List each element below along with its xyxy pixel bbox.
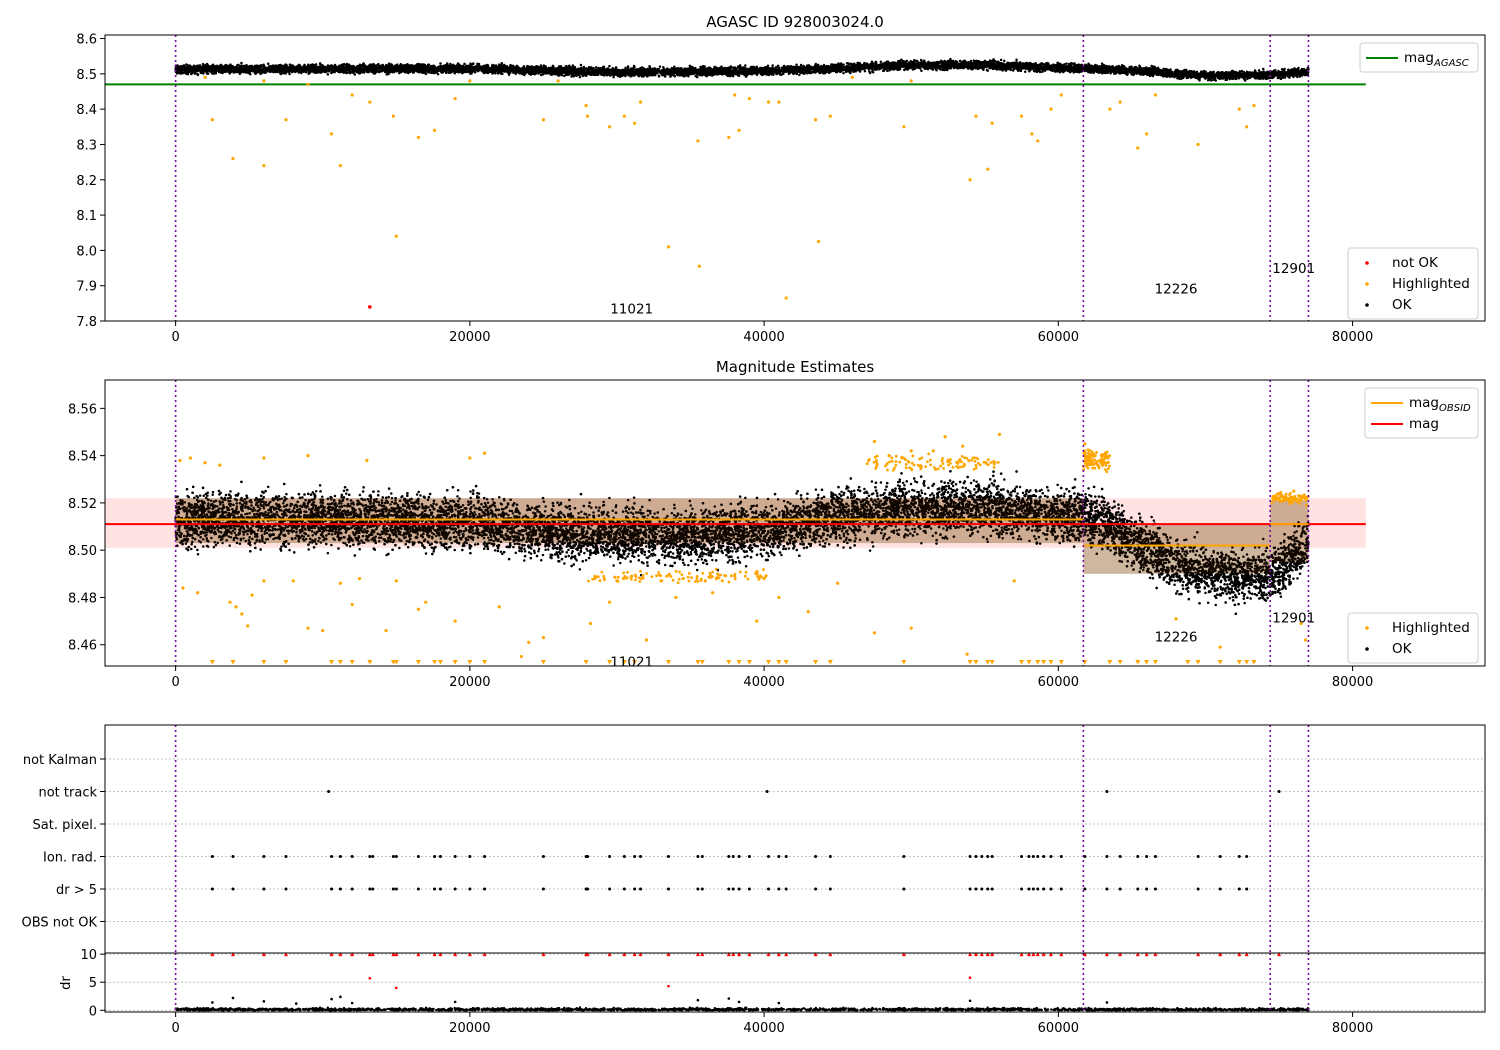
ok-point [1056,62,1059,64]
ok-point [240,62,243,65]
ok-point [1000,59,1003,62]
ok-point [327,73,330,76]
ok-point [501,62,504,64]
ok-point [439,62,442,64]
ok-point [1015,59,1018,62]
panel-2-title: Magnitude Estimates [716,358,874,376]
ok-point [658,75,661,78]
ok-point [959,60,962,63]
ok-point [659,65,662,68]
ok-point [597,67,600,70]
ok-point [307,73,310,76]
figure-canvas: AGASC ID 928003024.0 Magnitude Estimates… [0,0,1500,1050]
ok-point [920,59,923,62]
ok-point [580,64,583,67]
ok-point [425,73,428,76]
ok-point [744,64,747,67]
ok-point [864,70,867,73]
panel-1-title: AGASC ID 928003024.0 [706,13,884,31]
ok-point [573,75,576,78]
ok-point [1024,70,1027,73]
ok-point [633,65,636,68]
